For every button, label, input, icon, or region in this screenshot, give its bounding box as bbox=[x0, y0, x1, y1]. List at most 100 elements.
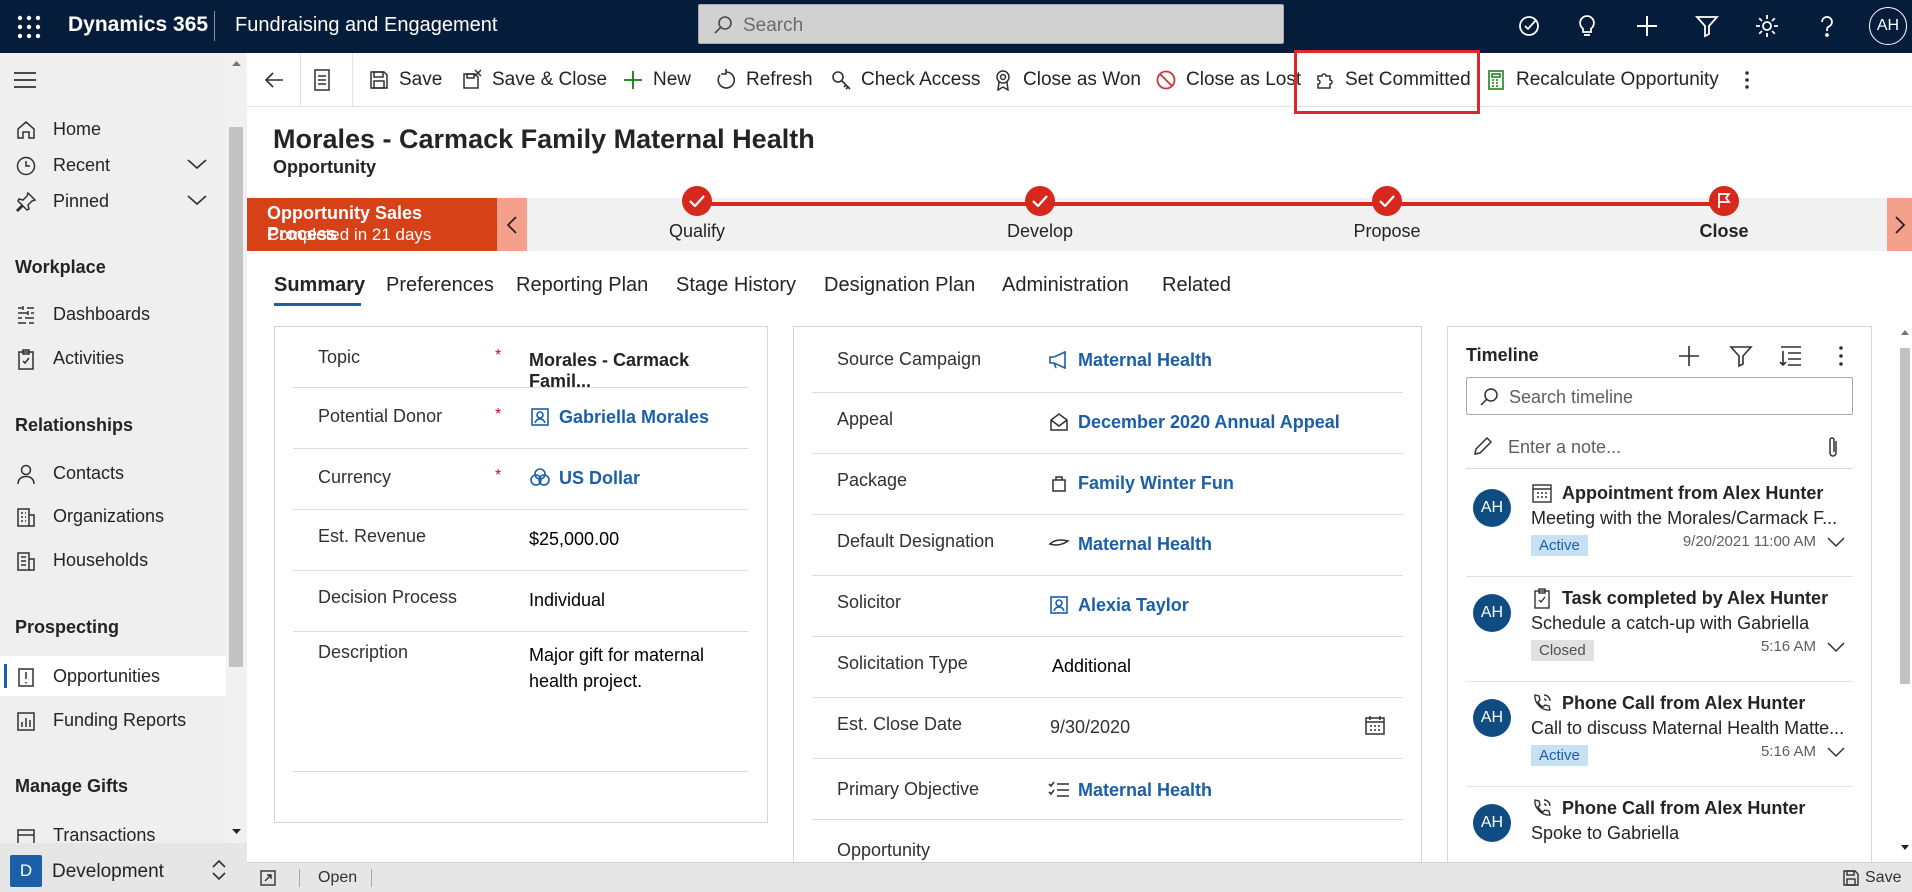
potential-donor-lookup[interactable]: Gabriella Morales bbox=[529, 406, 709, 428]
sidebar-item-households[interactable]: Households bbox=[0, 540, 226, 580]
tab-preferences[interactable]: Preferences bbox=[386, 274, 494, 297]
record-title[interactable]: Phone Call from Alex Hunter bbox=[1562, 693, 1805, 714]
brand-name[interactable]: Dynamics 365 bbox=[68, 13, 208, 37]
tab-administration[interactable]: Administration bbox=[1002, 274, 1129, 297]
global-search-input[interactable]: Search bbox=[698, 4, 1284, 44]
lookup-value[interactable]: December 2020 Annual Appeal bbox=[1078, 412, 1340, 433]
attachment-icon[interactable] bbox=[1824, 435, 1842, 459]
tab-designation-plan[interactable]: Designation Plan bbox=[824, 274, 975, 297]
sidebar-item-transactions[interactable]: Transactions bbox=[0, 815, 226, 843]
timeline-record[interactable]: AH Appointment from Alex Hunter Meeting … bbox=[1466, 473, 1853, 577]
gear-icon[interactable] bbox=[1752, 11, 1782, 41]
record-set-button[interactable] bbox=[310, 53, 342, 107]
lookup-value[interactable]: Maternal Health bbox=[1078, 534, 1212, 555]
process-next-button[interactable] bbox=[1887, 198, 1912, 251]
more-vertical-icon[interactable] bbox=[1828, 343, 1854, 369]
area-switcher[interactable]: D Development bbox=[0, 843, 247, 892]
plus-icon[interactable] bbox=[1632, 11, 1662, 41]
sidebar-item-opportunities[interactable]: Opportunities bbox=[0, 656, 226, 696]
status-save-button[interactable]: Save bbox=[1865, 869, 1901, 887]
est-revenue-input[interactable]: $25,000.00 bbox=[529, 529, 619, 550]
source-campaign-lookup[interactable]: Maternal Health bbox=[1048, 349, 1212, 371]
hamburger-icon[interactable] bbox=[14, 71, 36, 89]
sidebar-scroll-thumb[interactable] bbox=[229, 127, 243, 667]
sidebar-item-contacts[interactable]: Contacts bbox=[0, 453, 226, 493]
app-name[interactable]: Fundraising and Engagement bbox=[235, 14, 497, 37]
sidebar-item-pinned[interactable]: Pinned bbox=[0, 181, 226, 221]
check-access-button[interactable]: Check Access bbox=[829, 53, 980, 107]
lookup-value[interactable]: Maternal Health bbox=[1078, 780, 1212, 801]
stage-develop[interactable]: Develop bbox=[940, 186, 1140, 242]
scroll-down-arrow-icon[interactable] bbox=[1898, 842, 1912, 854]
save-icon[interactable] bbox=[1842, 869, 1860, 887]
est-close-date-input[interactable]: 9/30/2020 bbox=[1050, 717, 1130, 738]
chevron-down-icon[interactable] bbox=[1826, 640, 1846, 654]
more-commands-button[interactable] bbox=[1735, 53, 1767, 107]
chevron-up-down-icon bbox=[210, 858, 228, 882]
save-close-button[interactable]: Save & Close bbox=[460, 53, 607, 107]
chevron-down-icon[interactable] bbox=[1826, 745, 1846, 759]
lookup-value[interactable]: Maternal Health bbox=[1078, 350, 1212, 371]
sort-icon[interactable] bbox=[1778, 343, 1804, 369]
back-button[interactable] bbox=[262, 53, 294, 107]
sidebar-item-funding-reports[interactable]: Funding Reports bbox=[0, 700, 226, 740]
task-flow-icon[interactable] bbox=[1514, 11, 1544, 41]
record-title[interactable]: Phone Call from Alex Hunter bbox=[1562, 798, 1805, 819]
filter-icon[interactable] bbox=[1692, 11, 1722, 41]
description-textarea[interactable]: Major gift for maternal health project. bbox=[529, 642, 704, 694]
process-prev-button[interactable] bbox=[497, 198, 527, 251]
process-name-flyout[interactable]: Opportunity Sales Process Completed in 2… bbox=[247, 198, 497, 251]
sidebar-item-dashboards[interactable]: Dashboards bbox=[0, 294, 226, 334]
lightbulb-icon[interactable] bbox=[1572, 11, 1602, 41]
currency-lookup[interactable]: US Dollar bbox=[529, 467, 640, 489]
new-button[interactable]: New bbox=[621, 53, 691, 107]
close-as-won-button[interactable]: Close as Won bbox=[991, 53, 1141, 107]
opportunity-icon bbox=[15, 666, 37, 688]
stage-propose[interactable]: Propose bbox=[1287, 186, 1487, 242]
topic-input[interactable]: Morales - Carmack Famil... bbox=[529, 350, 749, 392]
help-icon[interactable] bbox=[1812, 11, 1842, 41]
tab-reporting-plan[interactable]: Reporting Plan bbox=[516, 274, 648, 297]
timeline-note-input[interactable]: Enter a note... bbox=[1466, 427, 1853, 469]
chevron-down-icon[interactable] bbox=[186, 193, 208, 207]
user-avatar[interactable]: AH bbox=[1869, 7, 1907, 45]
open-in-new-window-icon[interactable] bbox=[259, 869, 277, 887]
app-launcher-icon[interactable] bbox=[15, 13, 43, 41]
add-icon[interactable] bbox=[1676, 343, 1702, 369]
decision-process-select[interactable]: Individual bbox=[529, 590, 605, 611]
refresh-button[interactable]: Refresh bbox=[714, 53, 813, 107]
chevron-down-icon[interactable] bbox=[1826, 535, 1846, 549]
primary-objective-lookup[interactable]: Maternal Health bbox=[1048, 779, 1212, 801]
timeline-scroll-thumb[interactable] bbox=[1900, 348, 1910, 684]
lookup-value[interactable]: Family Winter Fun bbox=[1078, 473, 1234, 494]
default-designation-lookup[interactable]: Maternal Health bbox=[1048, 533, 1212, 555]
timeline-record[interactable]: AH Task completed by Alex Hunter Schedul… bbox=[1466, 578, 1853, 682]
record-title[interactable]: Task completed by Alex Hunter bbox=[1562, 588, 1828, 609]
stage-close[interactable]: Close bbox=[1624, 186, 1824, 242]
record-title[interactable]: Appointment from Alex Hunter bbox=[1562, 483, 1823, 504]
sidebar-item-organizations[interactable]: Organizations bbox=[0, 496, 226, 536]
lookup-value[interactable]: US Dollar bbox=[559, 468, 640, 489]
lookup-value[interactable]: Alexia Taylor bbox=[1078, 595, 1189, 616]
filter-icon[interactable] bbox=[1728, 343, 1754, 369]
solicitor-lookup[interactable]: Alexia Taylor bbox=[1048, 594, 1189, 616]
timeline-search-input[interactable]: Search timeline bbox=[1466, 377, 1853, 415]
package-lookup[interactable]: Family Winter Fun bbox=[1048, 472, 1234, 494]
sidebar-item-activities[interactable]: Activities bbox=[0, 338, 226, 378]
sidebar-item-home[interactable]: Home bbox=[0, 109, 226, 149]
stage-qualify[interactable]: Qualify bbox=[597, 186, 797, 242]
timeline-record[interactable]: AH Phone Call from Alex Hunter Call to d… bbox=[1466, 683, 1853, 787]
tab-related[interactable]: Related bbox=[1162, 274, 1231, 297]
appeal-lookup[interactable]: December 2020 Annual Appeal bbox=[1048, 411, 1340, 433]
sidebar-item-recent[interactable]: Recent bbox=[0, 145, 226, 185]
scroll-down-arrow-icon[interactable] bbox=[226, 826, 247, 838]
lookup-value[interactable]: Gabriella Morales bbox=[559, 407, 709, 428]
calendar-icon[interactable] bbox=[1364, 714, 1386, 736]
tab-summary[interactable]: Summary bbox=[274, 274, 365, 297]
solicitation-type-select[interactable]: Additional bbox=[1052, 656, 1131, 677]
tab-stage-history[interactable]: Stage History bbox=[676, 274, 796, 297]
chevron-down-icon[interactable] bbox=[186, 157, 208, 171]
save-button[interactable]: Save bbox=[367, 53, 442, 107]
recalculate-opportunity-button[interactable]: Recalculate Opportunity bbox=[1484, 53, 1719, 107]
close-as-lost-button[interactable]: Close as Lost bbox=[1154, 53, 1301, 107]
